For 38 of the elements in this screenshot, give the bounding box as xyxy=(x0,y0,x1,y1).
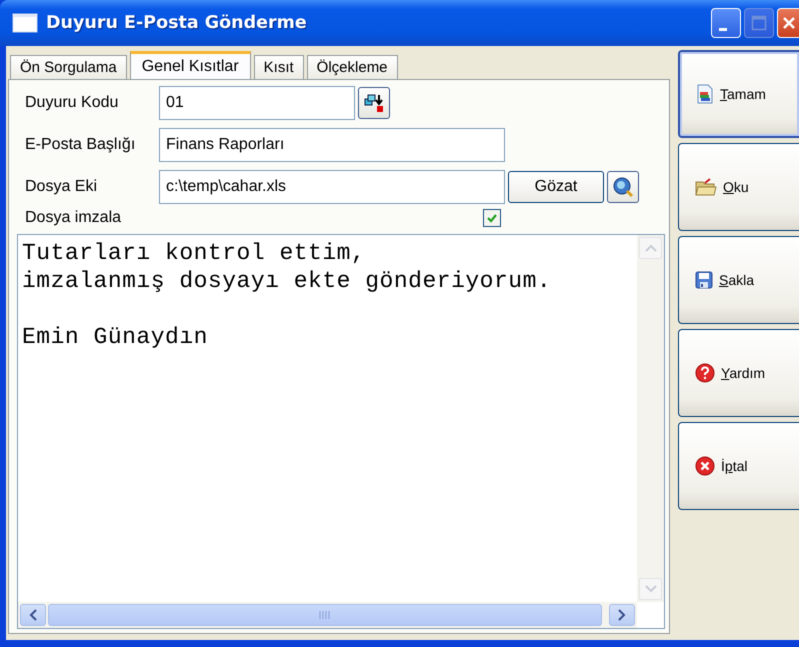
message-editor[interactable]: Tutarları kontrol ettim, imzalanmış dosyayı ekte gönderiyorum. Emin Günaydın xyxy=(17,234,665,629)
grip-icon xyxy=(319,610,331,620)
search-icon xyxy=(611,175,635,199)
horizontal-scrollbar[interactable] xyxy=(18,602,637,628)
action-button[interactable]: Oku xyxy=(678,143,799,231)
message-text: Tutarları kontrol ettim, imzalanmış dosyayı ekte gönderiyorum. Emin Günaydın xyxy=(21,239,552,352)
action-button[interactable]: Yardım xyxy=(678,329,799,417)
close-button[interactable] xyxy=(777,8,799,38)
tab[interactable]: Kısıt xyxy=(254,55,304,79)
field-label: Dosya Eki xyxy=(24,178,98,196)
field-label: E-Posta Başlığı xyxy=(24,136,136,154)
maximize-icon xyxy=(751,15,767,31)
cancel-icon xyxy=(695,456,715,476)
minimize-icon xyxy=(719,28,727,30)
windows-arrow-icon xyxy=(363,92,385,114)
window-icon xyxy=(12,13,38,33)
window-title: Duyuru E-Posta Gönderme xyxy=(46,13,308,33)
input-field[interactable]: c:\temp\cahar.xls xyxy=(159,170,505,204)
tab[interactable]: Genel Kısıtlar xyxy=(130,51,251,79)
browse-button[interactable]: Gözat xyxy=(508,171,604,203)
action-button[interactable]: İptal xyxy=(678,422,799,510)
lookup-button[interactable] xyxy=(358,87,390,119)
search-button[interactable] xyxy=(607,171,639,203)
field-label: Duyuru Kodu xyxy=(24,94,120,112)
field-label: Dosya imzala xyxy=(24,209,122,227)
action-button[interactable]: Tamam xyxy=(678,50,799,138)
help-icon xyxy=(695,363,715,383)
folder-icon xyxy=(695,177,717,197)
close-icon xyxy=(780,15,796,31)
document-icon xyxy=(696,84,714,104)
check-icon xyxy=(486,212,498,224)
checkbox[interactable] xyxy=(483,209,501,227)
action-button[interactable]: Sakla xyxy=(678,236,799,324)
input-field[interactable]: Finans Raporları xyxy=(159,128,505,162)
minimize-button[interactable] xyxy=(711,8,741,38)
tab[interactable]: Ön Sorgulama xyxy=(10,55,127,79)
tab[interactable]: Ölçekleme xyxy=(306,55,398,79)
input-field[interactable]: 01 xyxy=(159,86,355,120)
